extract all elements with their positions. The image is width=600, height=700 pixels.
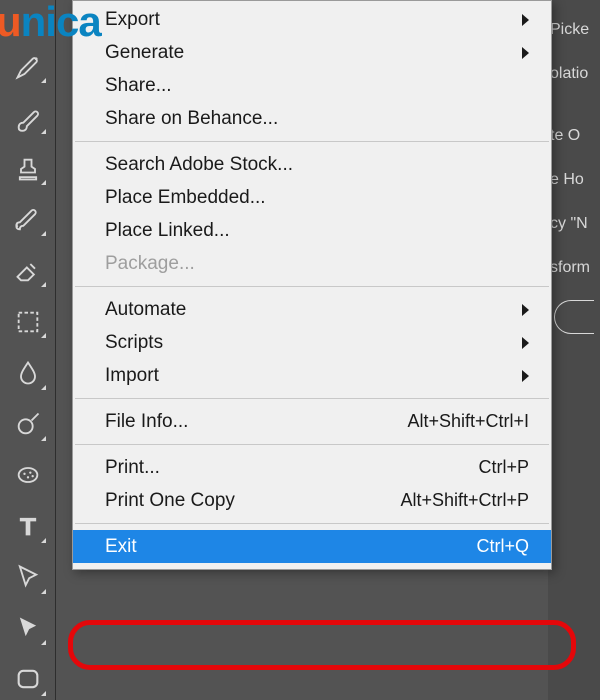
submenu-arrow-icon [522, 337, 529, 349]
menu-item-shortcut: Alt+Shift+Ctrl+P [400, 490, 529, 511]
stamp-icon [14, 155, 42, 183]
drop-icon [14, 359, 42, 387]
menu-item-label: Scripts [105, 332, 514, 354]
eraser-tool[interactable] [6, 250, 50, 291]
panel-text: e Ho [548, 158, 600, 202]
panel-text: Picke [548, 8, 600, 52]
menu-item-export[interactable]: Export [73, 3, 551, 36]
submenu-arrow-icon [522, 47, 529, 59]
type-tool[interactable] [6, 506, 50, 547]
menu-item-generate[interactable]: Generate [73, 36, 551, 69]
menu-item-shortcut: Ctrl+P [478, 457, 529, 478]
menu-item-label: Automate [105, 299, 514, 321]
menu-separator [75, 523, 549, 524]
menu-item-share-on-behance[interactable]: Share on Behance... [73, 102, 551, 135]
arrow-cursor-icon [14, 614, 42, 642]
brush-tool[interactable] [6, 97, 50, 138]
history-brush-icon [14, 206, 42, 234]
rounded-rectangle-tool[interactable] [6, 659, 50, 700]
menu-separator [75, 398, 549, 399]
rounded-rect-icon [14, 665, 42, 693]
marquee-icon [14, 308, 42, 336]
menu-item-file-info[interactable]: File Info...Alt+Shift+Ctrl+I [73, 405, 551, 438]
dodge-icon [14, 410, 42, 438]
menu-item-print-one-copy[interactable]: Print One CopyAlt+Shift+Ctrl+P [73, 484, 551, 517]
menu-item-label: Export [105, 9, 514, 31]
move-tool[interactable] [6, 608, 50, 649]
menu-item-label: Print One Copy [105, 490, 400, 512]
panel-text: olatio [548, 52, 600, 96]
menu-item-import[interactable]: Import [73, 359, 551, 392]
menu-separator [75, 444, 549, 445]
clone-stamp-tool[interactable] [6, 148, 50, 189]
file-menu-dropdown: Export Generate Share... Share on Behance..… [72, 0, 552, 570]
menu-item-label: Generate [105, 42, 514, 64]
menu-item-shortcut: Ctrl+Q [476, 536, 529, 557]
tools-toolbar [0, 0, 56, 700]
menu-item-label: Place Linked... [105, 220, 529, 242]
menu-item-label: Search Adobe Stock... [105, 154, 529, 176]
menu-item-label: Print... [105, 457, 478, 479]
highlight-annotation [68, 620, 576, 670]
submenu-arrow-icon [522, 14, 529, 26]
healing-brush-tool[interactable] [6, 46, 50, 87]
path-arrow-icon [14, 563, 42, 591]
menu-item-label: File Info... [105, 411, 407, 433]
sponge-icon [14, 461, 42, 489]
panel-text: cy "N [548, 202, 600, 246]
panel-button-fragment[interactable] [554, 300, 594, 334]
menu-item-scripts[interactable]: Scripts [73, 326, 551, 359]
menu-separator [75, 286, 549, 287]
menu-item-package: Package... [73, 247, 551, 280]
menu-item-label: Share on Behance... [105, 108, 529, 130]
panel-text: te O [548, 114, 600, 158]
options-panel-fragment: Picke olatio te O e Ho cy "N sform [548, 0, 600, 700]
submenu-arrow-icon [522, 304, 529, 316]
rectangle-marquee-tool[interactable] [6, 301, 50, 342]
blur-tool[interactable] [6, 352, 50, 393]
brush-icon [14, 104, 42, 132]
menu-item-search-adobe-stock[interactable]: Search Adobe Stock... [73, 148, 551, 181]
menu-item-label: Place Embedded... [105, 187, 529, 209]
type-icon [14, 512, 42, 540]
dodge-tool[interactable] [6, 404, 50, 445]
healing-brush-icon [14, 53, 42, 81]
sponge-tool[interactable] [6, 455, 50, 496]
menu-item-automate[interactable]: Automate [73, 293, 551, 326]
history-brush-tool[interactable] [6, 199, 50, 240]
menu-item-label: Package... [105, 253, 529, 275]
menu-item-shortcut: Alt+Shift+Ctrl+I [407, 411, 529, 432]
panel-text: sform [548, 246, 600, 290]
eraser-icon [14, 257, 42, 285]
path-selection-tool[interactable] [6, 557, 50, 598]
menu-item-label: Import [105, 365, 514, 387]
menu-item-exit[interactable]: ExitCtrl+Q [73, 530, 551, 563]
submenu-arrow-icon [522, 370, 529, 382]
menu-item-label: Exit [105, 536, 476, 558]
menu-item-label: Share... [105, 75, 529, 97]
menu-item-place-embedded[interactable]: Place Embedded... [73, 181, 551, 214]
menu-item-print[interactable]: Print...Ctrl+P [73, 451, 551, 484]
menu-item-place-linked[interactable]: Place Linked... [73, 214, 551, 247]
menu-separator [75, 141, 549, 142]
menu-item-share[interactable]: Share... [73, 69, 551, 102]
